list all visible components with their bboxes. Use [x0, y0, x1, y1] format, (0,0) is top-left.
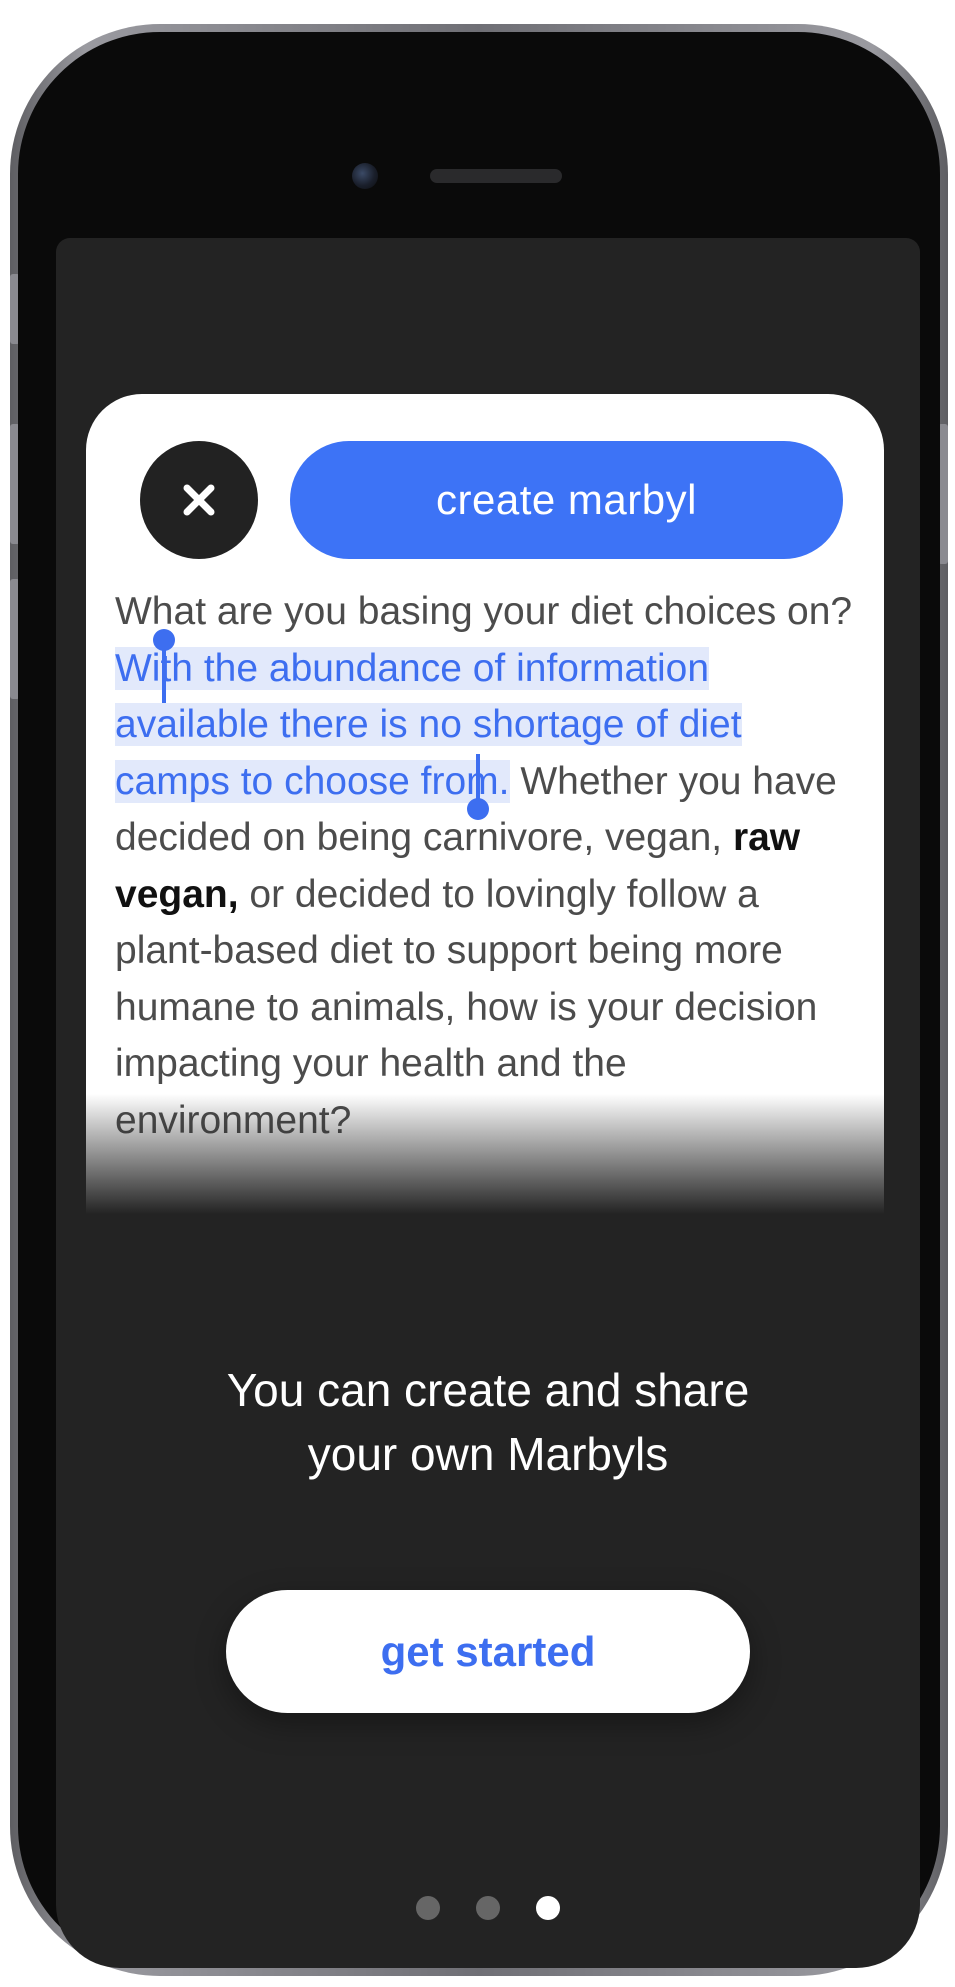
close-button[interactable] [140, 441, 258, 559]
onboarding-headline: You can create and share your own Marbyl… [56, 1358, 920, 1486]
page-indicator [56, 1896, 920, 1920]
selection-end-handle[interactable] [467, 754, 489, 820]
earpiece-speaker [430, 169, 562, 183]
phone-frame: create marbyl What are you basing your d… [10, 24, 948, 1976]
selection-start-handle[interactable] [153, 629, 175, 703]
create-marbyl-button[interactable]: create marbyl [290, 441, 843, 559]
front-camera [352, 163, 378, 189]
page-dot-3[interactable] [536, 1896, 560, 1920]
screen: create marbyl What are you basing your d… [56, 238, 920, 1968]
headline-line-2: your own Marbyls [307, 1428, 669, 1480]
headline-line-1: You can create and share [226, 1364, 750, 1416]
article-text-before: What are you basing your diet choices on… [115, 590, 853, 633]
page-dot-2[interactable] [476, 1896, 500, 1920]
article-text[interactable]: What are you basing your diet choices on… [115, 584, 865, 1149]
close-icon [183, 484, 215, 516]
page-dot-1[interactable] [416, 1896, 440, 1920]
get-started-button[interactable]: get started [226, 1590, 750, 1713]
marbyl-preview-card: create marbyl What are you basing your d… [86, 394, 884, 1214]
